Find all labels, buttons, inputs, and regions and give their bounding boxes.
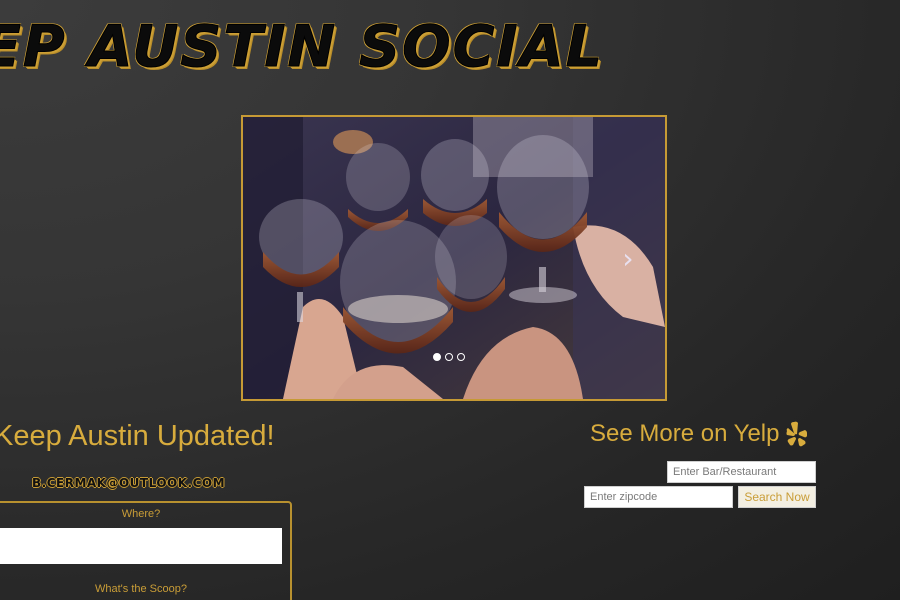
site-title: EP AUSTIN SOCIAL: [0, 14, 605, 81]
yelp-burst-icon: [786, 421, 808, 447]
where-label: Where?: [121, 508, 161, 520]
carousel-indicators: [433, 353, 465, 361]
updates-heading: Keep Austin Updated!: [0, 420, 275, 452]
where-input[interactable]: [0, 528, 282, 564]
zipcode-input[interactable]: [584, 486, 733, 508]
carousel-dot-2[interactable]: [445, 353, 453, 361]
yelp-heading: See More on Yelp: [590, 420, 809, 448]
scoop-label: What's the Scoop?: [95, 583, 187, 595]
carousel-next-button[interactable]: ›: [615, 239, 641, 279]
chevron-right-icon: ›: [622, 242, 634, 275]
search-now-button[interactable]: Search Now: [738, 486, 816, 508]
carousel-dot-1[interactable]: [433, 353, 441, 361]
carousel-dot-3[interactable]: [457, 353, 465, 361]
bar-restaurant-input[interactable]: [667, 461, 816, 483]
contact-email: B.CERMAK@OUTLOOK.COM: [32, 476, 226, 490]
image-carousel[interactable]: ›: [241, 115, 667, 401]
update-form: Where? What's the Scoop?: [0, 501, 292, 600]
yelp-heading-text: See More on Yelp: [590, 420, 780, 447]
